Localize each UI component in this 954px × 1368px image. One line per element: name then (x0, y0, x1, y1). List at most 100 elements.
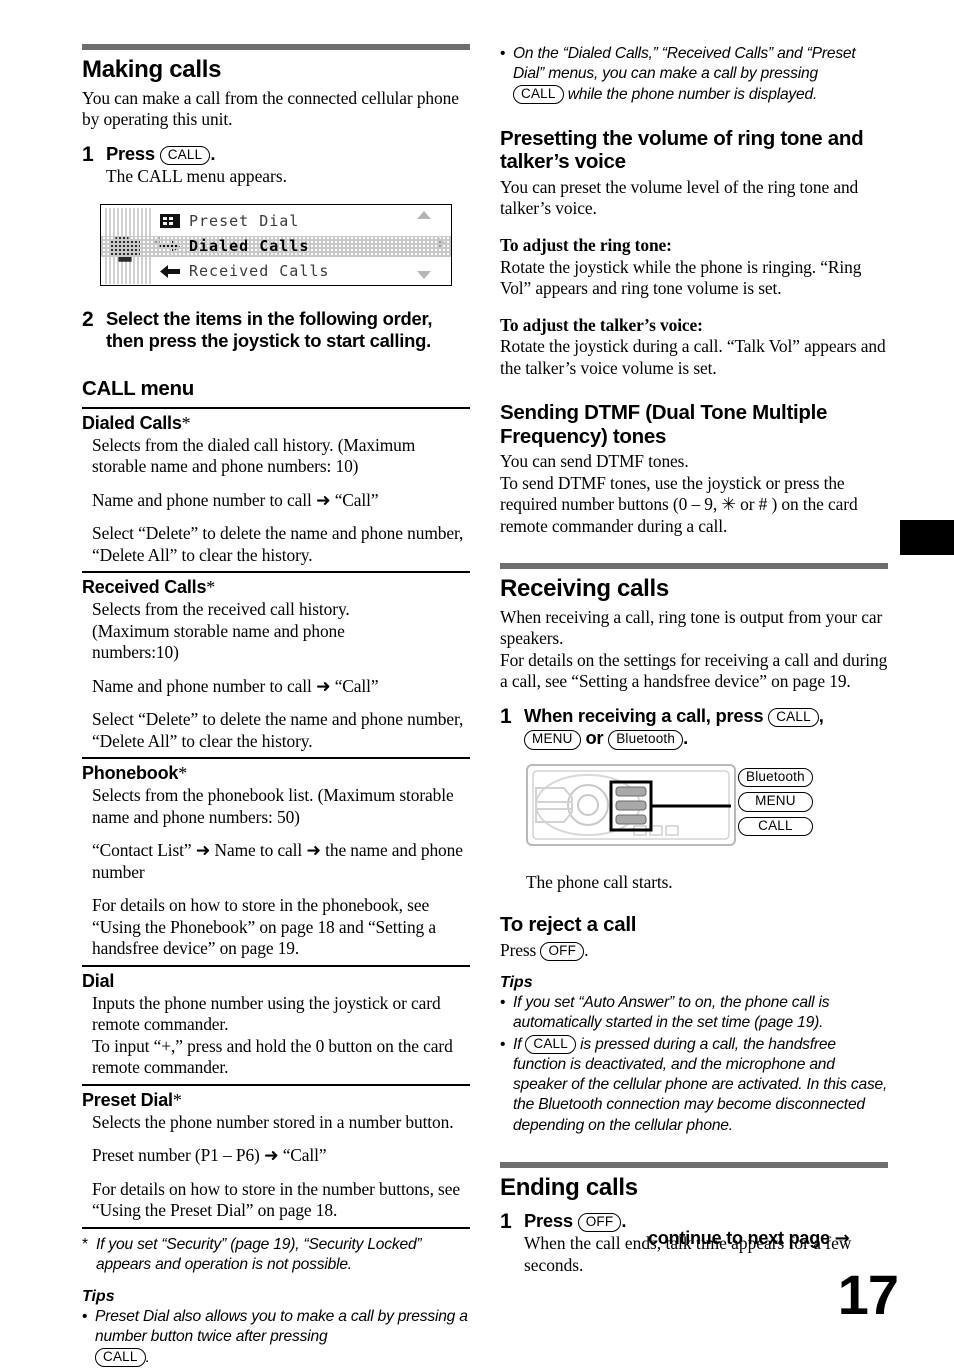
footnote-star: * (178, 763, 188, 784)
dtmf-heading: Sending DTMF (Dual Tone Multiple Frequen… (500, 401, 828, 448)
entry-para: Selects from the dialed call history. (M… (92, 434, 416, 477)
step-1-verb: Press (106, 142, 155, 164)
edge-thumb-tab (900, 520, 954, 555)
step-number: 2 (82, 307, 94, 331)
right-column: • On the “Dialed Calls,” “Received Calls… (500, 44, 888, 1276)
call-key[interactable]: CALL (738, 816, 813, 837)
right-arrow-icon: → (834, 1228, 850, 1249)
entry-para: Select “Delete” to delete the name and p… (92, 523, 464, 565)
lcd-screen: Preset Dial Dialed Calls Received Calls (100, 203, 452, 286)
entry-para: Name and phone number to call ➜ “Call” (92, 675, 379, 696)
ring-tone-body: Rotate the joystick while the phone is r… (500, 256, 862, 299)
divider (82, 964, 470, 967)
step-1-or: or (585, 727, 604, 749)
manual-page: Making calls You can make a call from th… (0, 0, 954, 1368)
press-label: Press (500, 939, 537, 960)
page-number: 17 (837, 1263, 899, 1326)
entry-para: Name and phone number to call ➜ “Call” (92, 489, 379, 510)
entry-para: Selects the phone number stored in a num… (92, 1111, 454, 1132)
footnote-marker: * (82, 1235, 88, 1253)
entry-title-text: Preset Dial (82, 1089, 173, 1110)
entry-para: “Contact List” ➜ Name to call ➜ the name… (92, 840, 463, 882)
footnote-star: * (206, 577, 216, 598)
bullet-icon: • (82, 1308, 88, 1326)
step-1-subtext: The CALL menu appears. (106, 166, 287, 187)
footnote-text: If you set “Security” (page 19), “Securi… (96, 1235, 422, 1273)
lcd-figure: Preset Dial Dialed Calls Received Calls (100, 203, 470, 286)
tip-text: If you set “Auto Answer” to on, the phon… (513, 994, 830, 1032)
tip-auto-answer: • If you set “Auto Answer” to on, the ph… (500, 993, 888, 1034)
tip-text: On the “Dialed Calls,” “Received Calls” … (513, 45, 856, 83)
tip-preset-dial: • Preset Dial also allows you to make a … (82, 1307, 470, 1368)
continue-to-next-page: continue to next page → (648, 1228, 850, 1249)
off-key[interactable]: OFF (540, 941, 585, 962)
step-1-comma: , (818, 704, 824, 726)
menu-key[interactable]: MENU (738, 792, 813, 812)
step-1-verb: Press (524, 1209, 573, 1231)
making-calls-intro: You can make a call from the connected c… (82, 87, 459, 130)
divider (82, 406, 470, 409)
reject-call-instruction: Press OFF. (500, 939, 888, 962)
lcd-row-dialed-calls[interactable]: Dialed Calls (101, 234, 451, 259)
entry-para: Preset number (P1 – P6) ➜ “Call” (92, 1145, 327, 1166)
footnote-star: * (181, 412, 191, 433)
call-key[interactable]: CALL (525, 1034, 576, 1055)
bullet-icon: • (500, 45, 506, 62)
head-unit-illustration (526, 763, 736, 846)
entry-title-text: Dial (82, 970, 115, 991)
entry-para: Select “Delete” to delete the name and p… (92, 709, 464, 751)
call-key[interactable]: CALL (768, 707, 819, 728)
step-1-period: . (621, 1209, 627, 1231)
bluetooth-key[interactable]: Bluetooth (738, 767, 813, 788)
off-key[interactable]: OFF (577, 1212, 622, 1233)
page-title-making-calls: Making calls (82, 56, 222, 83)
step-2-select-items: 2 Select the items in the following orde… (82, 308, 470, 353)
call-key[interactable]: CALL (513, 84, 564, 104)
left-column: Making calls You can make a call from th… (82, 44, 470, 1368)
press-period: . (584, 939, 589, 960)
step-1-text: When receiving a call, press (524, 704, 764, 726)
dtmf-body: You can send DTMF tones. To send DTMF to… (500, 451, 858, 536)
footnote-security: * If you set “Security” (page 19), “Secu… (82, 1235, 470, 1276)
tip-text-tail: . (145, 1348, 150, 1366)
entry-para: For details on how to store in the numbe… (92, 1178, 460, 1221)
talker-voice-subheading: To adjust the talker’s voice: (500, 314, 703, 335)
lcd-label: Dialed Calls (189, 237, 310, 256)
head-unit-figure: Bluetooth MENU CALL (526, 763, 886, 866)
step-1-heading: When receiving a call, press CALL, MENU … (524, 705, 888, 750)
ring-tone-subheading: To adjust the ring tone: (500, 235, 672, 256)
entry-para: Selects from the phonebook list. (Maximu… (92, 785, 454, 827)
tip-call-during-call: • If CALL is pressed during a call, the … (500, 1034, 888, 1136)
lcd-row-received-calls[interactable]: Received Calls (159, 259, 447, 284)
lcd-row-preset-dial[interactable]: Preset Dial (159, 209, 447, 234)
footnote-star: * (172, 1089, 182, 1110)
entry-title-text: Received Calls (82, 577, 207, 598)
entry-title-dial: Dial (82, 971, 470, 992)
call-key[interactable]: CALL (159, 145, 211, 166)
tip-dialed-received-preset: • On the “Dialed Calls,” “Received Calls… (500, 44, 888, 105)
step-1-press-call: 1 Press CALL. The CALL menu appears. (82, 143, 470, 188)
divider (82, 757, 470, 760)
receiving-calls-heading: Receiving calls (500, 575, 669, 603)
menu-key[interactable]: MENU (524, 730, 581, 750)
lcd-menu-list: Preset Dial Dialed Calls Received Calls (101, 209, 451, 284)
step-1-period: . (210, 142, 216, 164)
section-rule (82, 44, 470, 50)
bullet-icon: • (500, 994, 506, 1012)
entry-title-phonebook: Phonebook* (82, 763, 470, 784)
step-2-heading: Select the items in the following order,… (106, 307, 433, 352)
entry-title-text: Phonebook (82, 763, 179, 784)
figure-callouts: Bluetooth MENU CALL (738, 767, 813, 841)
call-key[interactable]: CALL (95, 1347, 146, 1368)
received-calls-icon (159, 263, 181, 279)
bluetooth-key[interactable]: Bluetooth (608, 730, 684, 750)
talker-voice-body: Rotate the joystick during a call. “Talk… (500, 336, 886, 378)
entry-para: For details on how to store in the phone… (92, 895, 437, 959)
tips-heading: Tips (82, 1288, 115, 1306)
entry-para: Inputs the phone number using the joysti… (92, 992, 453, 1078)
divider (82, 571, 470, 574)
section-rule (500, 563, 888, 570)
section-rule (500, 1161, 888, 1168)
lcd-label: Preset Dial (189, 212, 300, 231)
preset-dial-icon (159, 213, 181, 229)
